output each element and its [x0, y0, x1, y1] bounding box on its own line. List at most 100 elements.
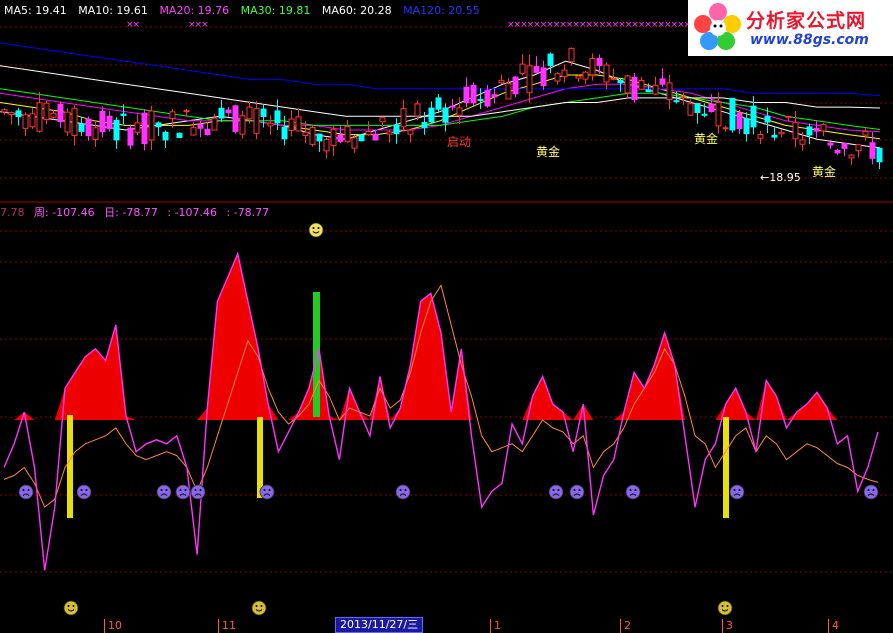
eye	[268, 489, 271, 491]
eye	[184, 489, 187, 491]
indicator-v2: : -78.77	[226, 206, 270, 219]
candle-body	[708, 103, 715, 113]
sad-face-icon	[175, 484, 191, 500]
ma60-label: MA60: 20.28	[321, 4, 392, 17]
eye	[67, 605, 70, 607]
candle-body	[505, 82, 512, 100]
axis-tick-10: 10	[104, 619, 122, 633]
candle-body	[750, 105, 757, 128]
candle-body	[281, 126, 288, 140]
candle-body	[428, 107, 435, 123]
candle-body	[141, 112, 148, 145]
candle-body	[624, 75, 631, 94]
indicator-legend: 7.78 周: -107.46 日: -78.77 : -107.46 : -7…	[0, 204, 275, 220]
sad-face-icon	[863, 484, 879, 500]
candle-body	[71, 107, 78, 136]
candle-body	[1, 109, 8, 113]
annotation-huangjin-3: 黄金	[812, 165, 837, 179]
candle-body	[148, 110, 155, 141]
candle-body	[372, 133, 379, 141]
ma5-label: MA5: 19.41	[4, 4, 67, 17]
candle-body	[36, 102, 43, 132]
candle-body	[218, 107, 225, 119]
candle-body	[589, 58, 596, 76]
eye	[255, 605, 258, 607]
candle-body	[568, 47, 575, 63]
candle-body	[757, 133, 764, 139]
candle-body	[638, 79, 645, 90]
candle-body	[477, 98, 484, 101]
ma10-label: MA10: 19.61	[78, 4, 148, 17]
axis-tick-1: 1	[490, 619, 501, 633]
candle-body	[743, 118, 750, 135]
yellow-signal-bar	[723, 417, 729, 518]
sad-face-icon	[569, 484, 585, 500]
candle-body	[687, 103, 694, 116]
eye	[557, 489, 560, 491]
candle-body	[792, 121, 799, 140]
candle-body	[575, 75, 582, 79]
face	[63, 600, 79, 616]
candle-body	[659, 78, 666, 85]
candle-body	[15, 110, 22, 118]
sad-face-icon	[259, 484, 275, 500]
candle-body	[764, 115, 771, 123]
candle-body	[99, 110, 106, 133]
face	[395, 484, 411, 500]
sad-face-icon	[548, 484, 564, 500]
axis-tick-3: 3	[722, 619, 733, 633]
candle-body	[309, 127, 316, 145]
sad-face-icon	[190, 484, 206, 500]
ma20-label: MA20: 19.76	[159, 4, 230, 17]
candle-body	[253, 107, 260, 134]
eye	[80, 489, 83, 491]
candle-body	[855, 144, 862, 152]
eye	[726, 605, 729, 607]
selected-date: 2013/11/27/三	[335, 617, 424, 633]
candle-body	[407, 129, 414, 135]
face	[156, 484, 172, 500]
candle-body	[78, 123, 85, 132]
candle-body	[617, 79, 624, 84]
candle-body	[330, 128, 337, 147]
green-signal-bar	[313, 292, 320, 417]
candle-body	[463, 86, 470, 103]
candle-body	[610, 77, 617, 80]
candle-body	[127, 127, 134, 146]
candle-body	[393, 124, 400, 135]
candle-body	[379, 117, 386, 123]
indicator-panel	[3, 251, 879, 571]
low-price-label: ←18.95	[760, 171, 801, 184]
candle-body	[680, 96, 687, 99]
candle-body	[8, 111, 15, 116]
eye	[22, 489, 25, 491]
candle-body	[400, 108, 407, 128]
face	[717, 600, 733, 616]
candle-body	[869, 142, 876, 159]
eye	[199, 489, 202, 491]
candle-body	[722, 127, 729, 130]
candle-body	[211, 117, 218, 131]
candle-body	[519, 63, 526, 74]
candle-body	[771, 134, 778, 138]
ma-legend: MA5: 19.41 MA10: 19.61 MA20: 19.76 MA30:…	[4, 4, 488, 17]
face	[625, 484, 641, 500]
indicator-day: 日: -78.77	[104, 206, 158, 219]
candle-body	[106, 115, 113, 130]
eye	[552, 489, 555, 491]
candle-body	[92, 127, 99, 141]
candle-body	[365, 131, 372, 136]
candle-body	[267, 122, 274, 127]
ma30-label: MA30: 19.81	[240, 4, 311, 17]
candle-body	[120, 113, 127, 116]
candle-body	[603, 64, 610, 83]
eye	[317, 227, 320, 229]
axis-tick-4: 4	[828, 619, 839, 633]
candle-body	[652, 84, 659, 95]
eye	[721, 605, 724, 607]
candle-body	[673, 100, 680, 103]
eye	[72, 605, 75, 607]
ma120-label: MA120: 20.55	[403, 4, 480, 17]
candle-body	[344, 125, 351, 143]
top-smiley-icon	[308, 222, 324, 238]
